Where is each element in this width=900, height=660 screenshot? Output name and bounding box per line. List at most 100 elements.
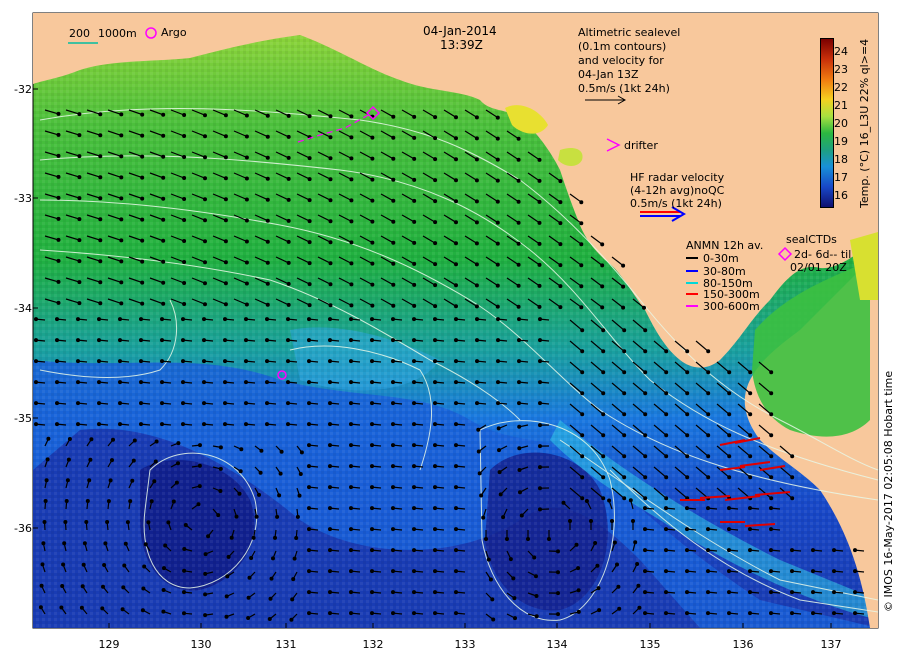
- velocity-arrow-head: [641, 305, 646, 310]
- velocity-arrow-head: [56, 132, 61, 137]
- velocity-arrow-head: [790, 475, 795, 480]
- velocity-arrow-head: [278, 471, 283, 476]
- x-tick-label: 137: [820, 638, 842, 651]
- velocity-arrow-head: [391, 359, 396, 364]
- velocity-arrow-head: [82, 541, 87, 546]
- velocity-arrow-head: [247, 575, 252, 580]
- velocity-arrow-head: [412, 506, 417, 511]
- velocity-arrow-head: [96, 422, 101, 427]
- velocity-arrow-head: [203, 176, 208, 181]
- velocity-arrow-head: [476, 427, 481, 432]
- velocity-arrow-head: [298, 472, 303, 477]
- velocity-arrow-head: [537, 304, 542, 309]
- velocity-arrow-head: [684, 590, 689, 595]
- velocity-arrow-head: [64, 499, 69, 504]
- x-tick-label: 129: [98, 638, 120, 651]
- velocity-arrow-head: [75, 401, 80, 406]
- velocity-arrow-head: [117, 380, 122, 385]
- velocity-arrow-head: [56, 300, 61, 305]
- velocity-arrow-head: [616, 584, 621, 589]
- velocity-arrow-head: [98, 280, 103, 285]
- velocity-arrow-head: [370, 590, 375, 595]
- velocity-arrow-head: [244, 155, 249, 160]
- velocity-arrow-head: [769, 412, 774, 417]
- velocity-arrow-head: [474, 262, 479, 267]
- velocity-arrow-head: [286, 380, 291, 385]
- velocity-arrow-head: [433, 317, 438, 322]
- velocity-arrow-head: [349, 548, 354, 553]
- velocity-arrow-head: [286, 422, 291, 427]
- velocity-arrow-head: [203, 592, 208, 597]
- velocity-arrow-head: [495, 241, 500, 246]
- velocity-arrow-head: [516, 380, 521, 385]
- velocity-arrow-head: [269, 576, 274, 581]
- velocity-arrow-head: [537, 283, 542, 288]
- velocity-arrow-head: [182, 134, 187, 139]
- velocity-arrow-head: [790, 454, 795, 459]
- velocity-arrow-head: [622, 454, 627, 459]
- velocity-arrow-head: [561, 500, 566, 505]
- velocity-arrow-head: [580, 433, 585, 438]
- velocity-arrow-head: [412, 198, 417, 203]
- velocity-arrow-head: [56, 111, 61, 116]
- velocity-arrow-head: [161, 196, 166, 201]
- velocity-arrow-head: [433, 548, 438, 553]
- velocity-arrow-head: [481, 515, 486, 520]
- velocity-arrow-head: [154, 439, 159, 444]
- colorbar-tick: 22: [834, 81, 848, 94]
- y-tick-label: -32: [14, 83, 32, 96]
- velocity-arrow-head: [537, 338, 542, 343]
- velocity-arrow-head: [130, 478, 135, 483]
- velocity-arrow-head: [537, 359, 542, 364]
- velocity-arrow-head: [748, 475, 753, 480]
- velocity-arrow-head: [117, 338, 122, 343]
- sst-map: [32, 12, 879, 629]
- velocity-arrow-head: [370, 317, 375, 322]
- velocity-arrow-head: [223, 134, 228, 139]
- velocity-arrow-head: [265, 281, 270, 286]
- velocity-arrow-head: [265, 359, 270, 364]
- velocity-arrow-head: [328, 443, 333, 448]
- velocity-arrow-head: [206, 534, 211, 539]
- velocity-arrow-head: [161, 133, 166, 138]
- velocity-arrow-head: [642, 590, 647, 595]
- velocity-arrow-head: [349, 317, 354, 322]
- velocity-arrow-head: [181, 338, 186, 343]
- velocity-arrow-head: [328, 219, 333, 224]
- velocity-arrow-head: [596, 586, 601, 591]
- velocity-arrow-head: [96, 401, 101, 406]
- velocity-arrow-head: [412, 359, 417, 364]
- velocity-arrow-head: [244, 359, 249, 364]
- velocity-arrow-head: [433, 241, 438, 246]
- velocity-arrow-head: [161, 112, 166, 117]
- velocity-arrow-head: [391, 380, 396, 385]
- velocity-arrow-head: [307, 611, 312, 616]
- velocity-arrow-head: [588, 518, 593, 523]
- velocity-arrow-head: [636, 583, 641, 588]
- temperature-colorbar: [820, 38, 834, 208]
- velocity-arrow-head: [412, 401, 417, 406]
- velocity-arrow-head: [558, 179, 563, 184]
- colorbar-label: Temp. (°C) 16_L3U 22% ql>=4: [858, 38, 871, 208]
- velocity-arrow-head: [454, 178, 459, 183]
- velocity-arrow-head: [203, 552, 208, 557]
- colorbar-tick: 23: [834, 63, 848, 76]
- velocity-arrow-head: [412, 261, 417, 266]
- velocity-arrow-head: [328, 317, 333, 322]
- velocity-arrow-head: [140, 196, 145, 201]
- velocity-arrow-head: [476, 449, 481, 454]
- velocity-arrow-head: [516, 283, 521, 288]
- velocity-arrow-head: [391, 527, 396, 532]
- velocity-arrow-head: [643, 454, 648, 459]
- velocity-arrow-head: [475, 338, 480, 343]
- velocity-arrow-head: [433, 464, 438, 469]
- velocity-arrow-head: [454, 506, 459, 511]
- velocity-arrow-head: [558, 221, 563, 226]
- velocity-arrow-head: [202, 401, 207, 406]
- velocity-arrow-head: [349, 240, 354, 245]
- velocity-arrow-head: [96, 317, 101, 322]
- velocity-arrow-head: [75, 359, 80, 364]
- velocity-arrow-head: [246, 595, 251, 600]
- velocity-arrow-head: [140, 608, 145, 613]
- velocity-arrow-head: [567, 518, 572, 523]
